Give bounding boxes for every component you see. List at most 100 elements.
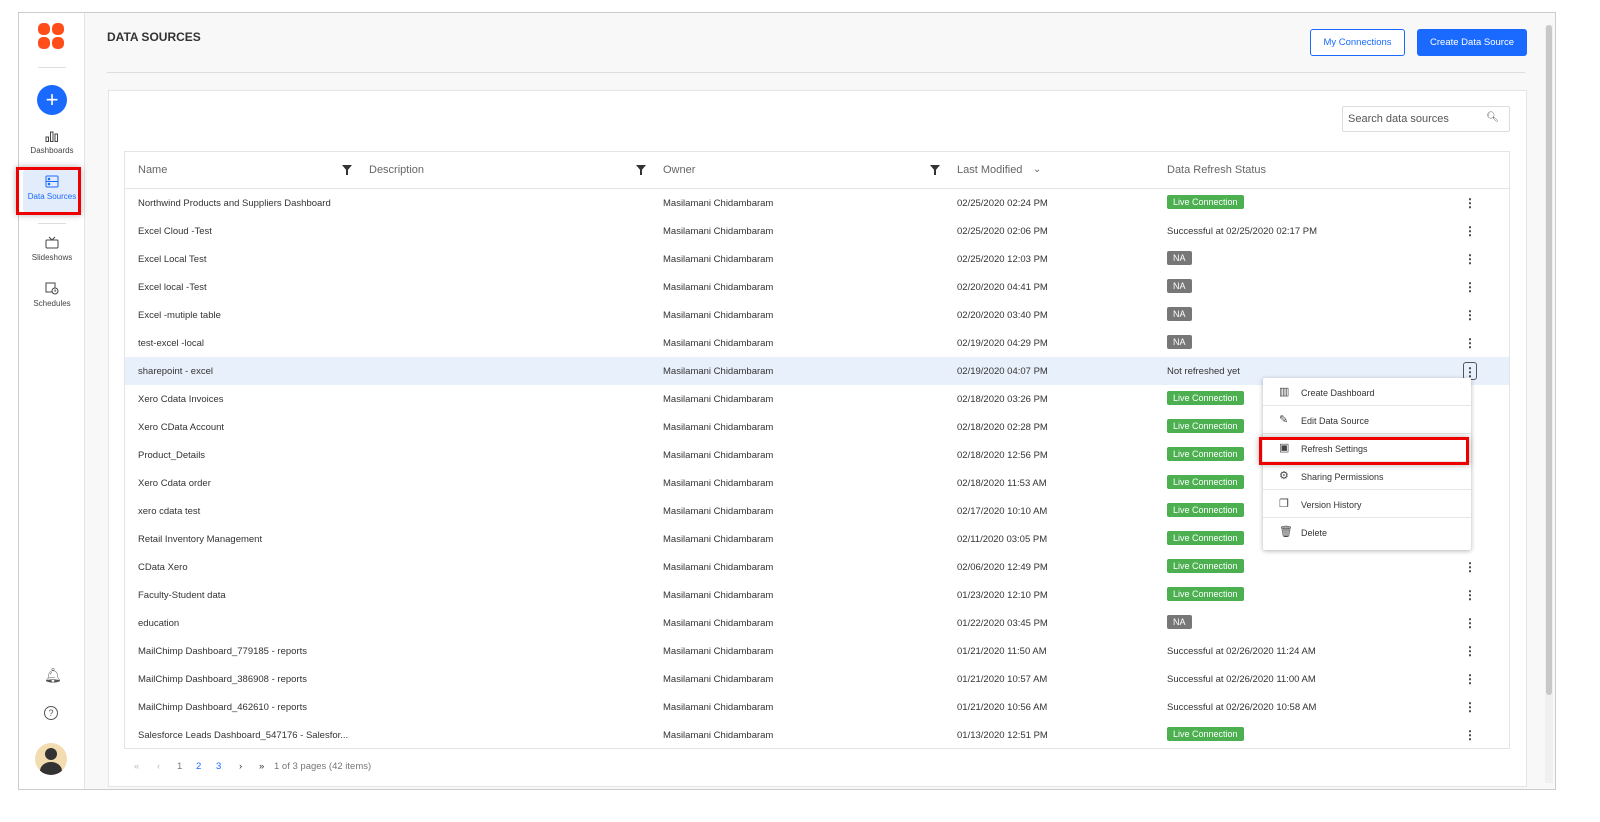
status-badge: Live Connection bbox=[1167, 391, 1244, 405]
filter-icon[interactable] bbox=[636, 165, 646, 175]
table-header: Name Description Owner Last Modified ⌄ D… bbox=[125, 152, 1509, 189]
column-owner[interactable]: Owner bbox=[663, 164, 695, 176]
row-name: CData Xero bbox=[138, 562, 188, 573]
table-row[interactable]: Salesforce Leads Dashboard_547176 - Sale… bbox=[125, 721, 1509, 749]
chevron-down-icon[interactable]: ⌄ bbox=[1033, 164, 1041, 175]
status-badge: Live Connection bbox=[1167, 475, 1244, 489]
row-owner: Masilamani Chidambaram bbox=[663, 562, 774, 573]
more-options-icon[interactable]: ⋮ bbox=[1463, 306, 1477, 324]
row-owner: Masilamani Chidambaram bbox=[663, 646, 774, 657]
help-icon[interactable]: ? bbox=[44, 706, 58, 720]
row-modified: 02/25/2020 12:03 PM bbox=[957, 254, 1048, 265]
table-row[interactable]: Excel local -Test Masilamani Chidambaram… bbox=[125, 273, 1509, 301]
row-modified: 01/21/2020 10:56 AM bbox=[957, 702, 1048, 713]
table-row[interactable]: Excel Local Test Masilamani Chidambaram … bbox=[125, 245, 1509, 273]
menu-item-edit-data-source[interactable]: ✎ Edit Data Source bbox=[1263, 406, 1471, 434]
row-owner: Masilamani Chidambaram bbox=[663, 618, 774, 629]
refresh-status: Not refreshed yet bbox=[1167, 366, 1240, 377]
last-page-icon[interactable]: » bbox=[259, 761, 264, 772]
menu-item-sharing-permissions[interactable]: ⚙ Sharing Permissions bbox=[1263, 462, 1471, 490]
my-connections-button[interactable]: My Connections bbox=[1310, 29, 1405, 56]
table-row[interactable]: MailChimp Dashboard_386908 - reports Mas… bbox=[125, 665, 1509, 693]
more-options-icon[interactable]: ⋮ bbox=[1463, 670, 1477, 688]
column-last-modified[interactable]: Last Modified bbox=[957, 164, 1022, 176]
sidebar-item-label: Schedules bbox=[33, 299, 71, 308]
row-modified: 01/21/2020 10:57 AM bbox=[957, 674, 1048, 685]
row-owner: Masilamani Chidambaram bbox=[663, 506, 774, 517]
row-owner: Masilamani Chidambaram bbox=[663, 394, 774, 405]
app-window: + Dashboards Data Sources Slideshows Sch… bbox=[16, 12, 1556, 790]
row-modified: 01/13/2020 12:51 PM bbox=[957, 730, 1048, 741]
table-row[interactable]: Northwind Products and Suppliers Dashboa… bbox=[125, 189, 1509, 217]
highlight-box bbox=[16, 167, 81, 215]
table-row[interactable]: test-excel -local Masilamani Chidambaram… bbox=[125, 329, 1509, 357]
sidebar-item-schedules[interactable]: Schedules bbox=[23, 281, 81, 308]
row-modified: 02/19/2020 04:29 PM bbox=[957, 338, 1048, 349]
more-options-icon[interactable]: ⋮ bbox=[1463, 586, 1477, 604]
prev-page-icon[interactable]: ‹ bbox=[157, 761, 160, 772]
column-description[interactable]: Description bbox=[369, 164, 424, 176]
status-badge: Live Connection bbox=[1167, 503, 1244, 517]
bar-chart-icon: ▥ bbox=[1279, 386, 1290, 398]
column-refresh-status[interactable]: Data Refresh Status bbox=[1167, 164, 1266, 176]
bell-icon[interactable]: 🔔︎ bbox=[44, 667, 62, 684]
status-badge: Live Connection bbox=[1167, 587, 1244, 601]
row-owner: Masilamani Chidambaram bbox=[663, 534, 774, 545]
more-options-icon[interactable]: ⋮ bbox=[1463, 614, 1477, 632]
sidebar-item-slideshows[interactable]: Slideshows bbox=[23, 236, 81, 262]
menu-item-delete[interactable]: 🗑︎ Delete bbox=[1263, 518, 1471, 546]
row-name: Xero CData Account bbox=[138, 422, 225, 433]
row-owner: Masilamani Chidambaram bbox=[663, 590, 774, 601]
menu-item-label: Sharing Permissions bbox=[1301, 472, 1384, 482]
row-owner: Masilamani Chidambaram bbox=[663, 226, 774, 237]
more-options-icon[interactable]: ⋮ bbox=[1463, 334, 1477, 352]
page-1[interactable]: 1 bbox=[177, 761, 182, 772]
column-name[interactable]: Name bbox=[138, 164, 167, 176]
more-options-icon[interactable]: ⋮ bbox=[1463, 222, 1477, 240]
menu-item-create-dashboard[interactable]: ▥ Create Dashboard bbox=[1263, 378, 1471, 406]
create-data-source-button[interactable]: Create Data Source bbox=[1417, 29, 1527, 56]
more-options-icon[interactable]: ⋮ bbox=[1463, 558, 1477, 576]
row-modified: 02/11/2020 03:05 PM bbox=[957, 534, 1048, 545]
trash-icon: 🗑︎ bbox=[1279, 526, 1293, 538]
search-icon: 🔍︎ bbox=[1486, 112, 1499, 123]
first-page-icon[interactable]: « bbox=[134, 761, 139, 772]
add-button[interactable]: + bbox=[37, 85, 67, 115]
row-modified: 02/19/2020 04:07 PM bbox=[957, 366, 1048, 377]
more-options-icon[interactable]: ⋮ bbox=[1463, 642, 1477, 660]
status-badge: NA bbox=[1167, 251, 1192, 265]
table-row[interactable]: education Masilamani Chidambaram 01/22/2… bbox=[125, 609, 1509, 637]
table-row[interactable]: Excel Cloud -Test Masilamani Chidambaram… bbox=[125, 217, 1509, 245]
sidebar-item-label: Dashboards bbox=[30, 146, 74, 155]
more-options-icon[interactable]: ⋮ bbox=[1463, 194, 1477, 212]
avatar[interactable] bbox=[35, 743, 67, 775]
status-badge: NA bbox=[1167, 307, 1192, 321]
refresh-status: Successful at 02/26/2020 10:58 AM bbox=[1167, 702, 1317, 713]
refresh-status: Successful at 02/26/2020 11:24 AM bbox=[1167, 646, 1316, 657]
sidebar-item-dashboards[interactable]: Dashboards bbox=[23, 130, 81, 155]
next-page-icon[interactable]: › bbox=[239, 761, 242, 772]
more-options-icon[interactable]: ⋮ bbox=[1463, 278, 1477, 296]
row-name: xero cdata test bbox=[138, 506, 201, 517]
filter-icon[interactable] bbox=[930, 165, 940, 175]
table-row[interactable]: MailChimp Dashboard_779185 - reports Mas… bbox=[125, 637, 1509, 665]
row-name: sharepoint - excel bbox=[138, 366, 213, 377]
filter-icon[interactable] bbox=[342, 165, 352, 175]
sidebar-item-label: Slideshows bbox=[31, 253, 73, 262]
page-2[interactable]: 2 bbox=[196, 761, 201, 772]
table-row[interactable]: Excel -mutiple table Masilamani Chidamba… bbox=[125, 301, 1509, 329]
more-options-icon[interactable]: ⋮ bbox=[1463, 698, 1477, 716]
table-row[interactable]: MailChimp Dashboard_462610 - reports Mas… bbox=[125, 693, 1509, 721]
scrollbar[interactable] bbox=[1545, 25, 1553, 783]
more-options-icon[interactable]: ⋮ bbox=[1463, 726, 1477, 744]
more-options-icon[interactable]: ⋮ bbox=[1463, 250, 1477, 268]
row-owner: Masilamani Chidambaram bbox=[663, 730, 774, 741]
table-row[interactable]: Faculty-Student data Masilamani Chidamba… bbox=[125, 581, 1509, 609]
status-badge: Live Connection bbox=[1167, 727, 1244, 741]
highlight-box bbox=[1259, 437, 1469, 465]
row-owner: Masilamani Chidambaram bbox=[663, 702, 774, 713]
search-input[interactable]: Search data sources 🔍︎ bbox=[1342, 106, 1510, 132]
table-row[interactable]: CData Xero Masilamani Chidambaram 02/06/… bbox=[125, 553, 1509, 581]
menu-item-version-history[interactable]: ❐ Version History bbox=[1263, 490, 1471, 518]
page-3[interactable]: 3 bbox=[216, 761, 221, 772]
